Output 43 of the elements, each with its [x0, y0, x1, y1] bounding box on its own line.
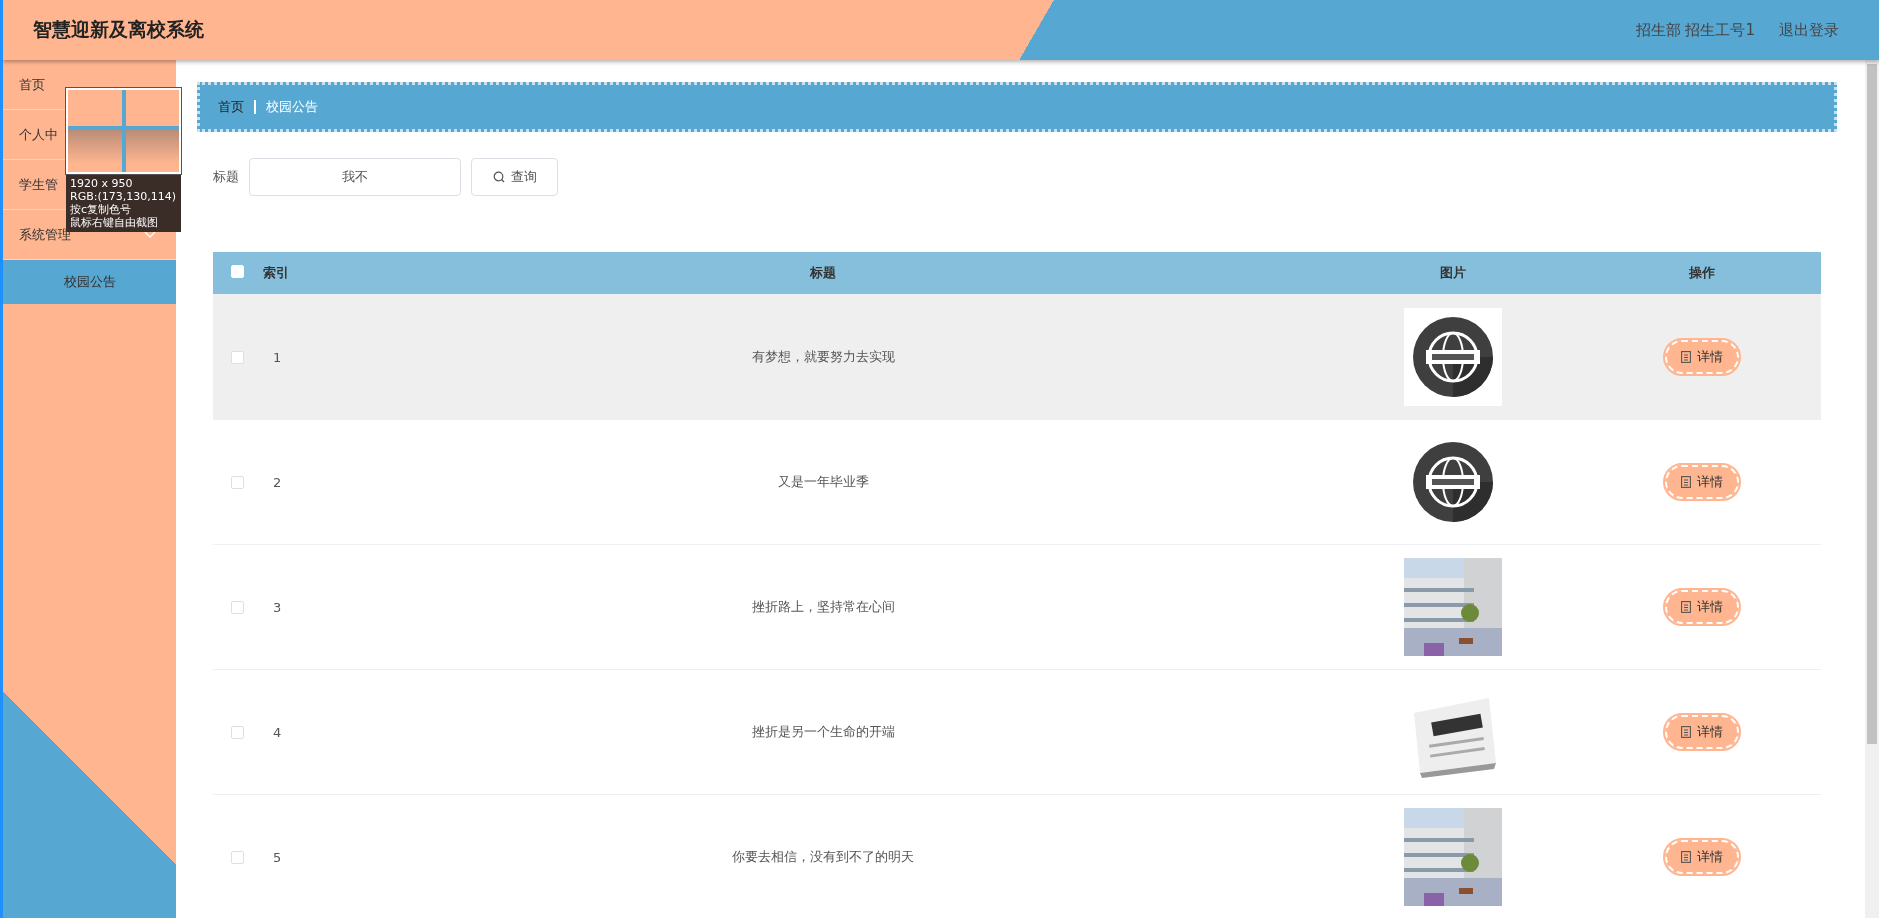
detail-button[interactable]: 详情	[1665, 590, 1739, 624]
column-header: 操作	[1688, 264, 1716, 282]
document-icon	[1681, 851, 1691, 863]
select-all-checkbox[interactable]	[231, 265, 244, 278]
table-cell-text: 2	[272, 474, 283, 490]
table-cell-text: 挫折是另一个生命的开端	[750, 723, 896, 741]
column-header: 图片	[1439, 264, 1467, 282]
detail-button[interactable]: 详情	[1665, 840, 1739, 874]
table-cell-text: 1	[272, 349, 283, 365]
app-title: 智慧迎新及离校系统	[33, 17, 204, 42]
table-cell-text: 5	[272, 849, 283, 865]
column-header: 标题	[809, 264, 837, 282]
row-checkbox[interactable]	[231, 350, 244, 364]
field-label: 标题	[213, 168, 239, 186]
search-button[interactable]: 查询	[471, 158, 558, 196]
logout-link[interactable]: 退出登录	[1779, 20, 1839, 40]
detail-button[interactable]: 详情	[1665, 715, 1739, 749]
document-icon	[1681, 726, 1691, 738]
row-checkbox[interactable]	[231, 725, 244, 739]
sidebar-subitem[interactable]: 校园公告	[3, 260, 176, 304]
row-checkbox[interactable]	[231, 850, 244, 864]
table-cell-text: 挫折路上，坚持常在心间	[750, 598, 896, 616]
detail-button[interactable]: 详情	[1665, 340, 1739, 374]
info-text: 1920 x 950	[70, 177, 134, 190]
document-icon	[1681, 476, 1691, 488]
info-text: 鼠标右键自由截图	[70, 216, 159, 229]
search-icon	[492, 171, 505, 183]
table-cell-text: 3	[272, 599, 283, 615]
row-checkbox[interactable]	[231, 600, 244, 614]
detail-button[interactable]: 详情	[1665, 465, 1739, 499]
breadcrumb-link[interactable]: 首页	[218, 98, 244, 116]
title-search-field[interactable]: 我不	[249, 158, 461, 196]
document-icon	[1681, 601, 1691, 613]
document-icon	[1681, 351, 1691, 363]
table-cell-text: 4	[272, 724, 283, 740]
user-name: 招生部 招生工号1	[1635, 20, 1755, 40]
row-checkbox[interactable]	[231, 475, 244, 489]
scrollbar[interactable]	[1865, 60, 1879, 918]
table-cell-text: 又是一年毕业季	[776, 473, 870, 491]
table-cell-text: 你要去相信，没有到不了的明天	[731, 848, 915, 866]
info-text: RGB:(173,130,114)	[70, 190, 177, 203]
table-cell-text: 有梦想，就要努力去实现	[750, 348, 896, 366]
column-header: 索引	[263, 264, 290, 282]
